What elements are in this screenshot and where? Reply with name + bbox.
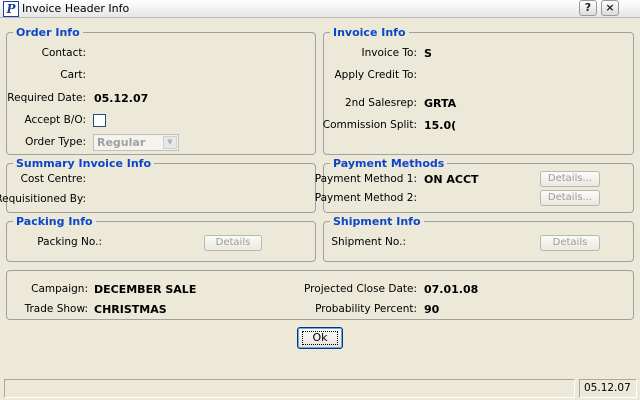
packing-no-label: Packing No.: (37, 236, 102, 248)
help-button[interactable]: ? (579, 0, 597, 16)
payment-method1-value: ON ACCT (424, 173, 479, 186)
invoice-to-value: S (424, 47, 432, 60)
status-date-pane: 05.12.07 (579, 379, 637, 398)
ok-button[interactable]: Ok (297, 327, 343, 349)
requisitioned-by-label: Requisitioned By: (0, 193, 86, 205)
projected-close-date-label: Projected Close Date: (304, 283, 417, 295)
apply-credit-label: Apply Credit To: (334, 69, 418, 81)
shipment-details-button[interactable]: Details (540, 235, 600, 251)
salesrep2-value: GRTA (424, 97, 457, 110)
probability-percent-label: Probability Percent: (315, 303, 417, 315)
dialog-body: Order Info Contact: Cart: Required Date:… (0, 20, 638, 376)
title-bar: P Invoice Header Info ? × (0, 0, 640, 18)
packing-info-legend: Packing Info (16, 215, 93, 228)
payment-methods-legend: Payment Methods (333, 157, 445, 170)
order-info-legend: Order Info (16, 26, 80, 39)
summary-invoice-info-legend: Summary Invoice Info (16, 157, 152, 170)
invoice-info-group: Invoice Info (323, 26, 634, 155)
required-date-value: 05.12.07 (94, 92, 149, 105)
trade-show-value: CHRISTMAS (94, 303, 167, 316)
probability-percent-value: 90 (424, 303, 440, 316)
accept-bo-label: Accept B/O: (24, 114, 86, 126)
order-type-value: Regular (97, 136, 146, 149)
required-date-label: Required Date: (7, 92, 86, 104)
trade-show-label: Trade Show: (24, 303, 88, 315)
chevron-down-icon: ▼ (163, 136, 177, 149)
payment-method2-label: Payment Method 2: (314, 192, 417, 204)
close-button[interactable]: × (601, 0, 619, 16)
order-type-select[interactable]: Regular ▼ (93, 134, 179, 151)
commission-label: Commission Split: (322, 119, 417, 131)
payment-method1-details-button[interactable]: Details... (540, 171, 600, 187)
commission-value: 15.0( (424, 119, 457, 132)
status-bar: 05.12.07 (0, 378, 640, 400)
shipment-info-legend: Shipment Info (333, 215, 421, 228)
invoice-info-legend: Invoice Info (333, 26, 406, 39)
app-logo-icon: P (3, 1, 19, 17)
contact-label: Contact: (41, 47, 86, 59)
accept-bo-checkbox[interactable] (93, 114, 106, 127)
packing-details-button[interactable]: Details (204, 235, 262, 251)
window-title: Invoice Header Info (22, 2, 130, 15)
projected-close-date-value: 07.01.08 (424, 283, 479, 296)
focus-indicator (302, 331, 338, 345)
invoice-to-label: Invoice To: (361, 47, 417, 59)
shipment-no-label: Shipment No.: (331, 236, 406, 248)
status-message-pane (4, 379, 575, 398)
order-type-label: Order Type: (25, 136, 86, 148)
cost-centre-label: Cost Centre: (20, 173, 86, 185)
campaign-label: Campaign: (31, 283, 88, 295)
payment-method2-details-button[interactable]: Details... (540, 190, 600, 206)
salesrep2-label: 2nd Salesrep: (344, 97, 417, 109)
cart-label: Cart: (60, 69, 86, 81)
campaign-value: DECEMBER SALE (94, 283, 197, 296)
payment-method1-label: Payment Method 1: (314, 173, 417, 185)
